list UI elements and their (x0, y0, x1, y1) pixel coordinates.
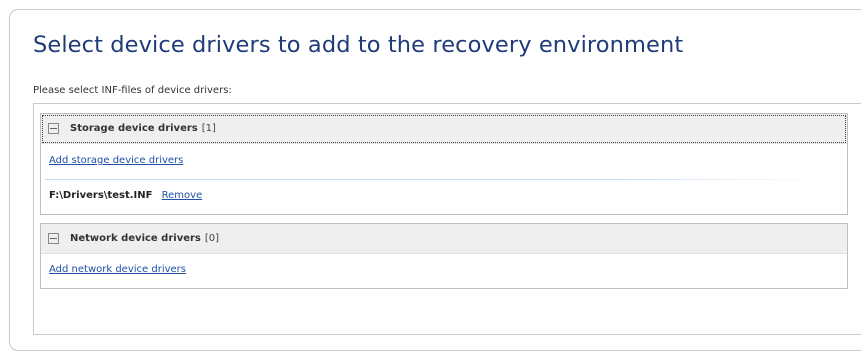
storage-group-header[interactable]: Storage device drivers [1] (41, 114, 847, 144)
driver-path: F:\Drivers\test.INF (49, 190, 153, 201)
network-group-header[interactable]: Network device drivers [0] (41, 224, 847, 254)
add-network-drivers-link[interactable]: Add network device drivers (49, 264, 186, 275)
instruction-label: Please select INF-files of device driver… (33, 85, 232, 96)
storage-group-title: Storage device drivers (70, 123, 198, 134)
remove-driver-link[interactable]: Remove (162, 190, 203, 201)
page-title: Select device drivers to add to the reco… (33, 32, 684, 58)
driver-item: F:\Drivers\test.INF Remove (49, 190, 202, 201)
network-group-count: [0] (204, 233, 220, 244)
divider (45, 179, 825, 180)
network-group-title: Network device drivers (70, 233, 201, 244)
network-drivers-group: Network device drivers [0] Add network d… (40, 223, 848, 289)
add-storage-drivers-link[interactable]: Add storage device drivers (49, 155, 183, 166)
storage-drivers-group: Storage device drivers [1] Add storage d… (40, 113, 848, 215)
collapse-icon[interactable] (48, 123, 59, 134)
storage-group-count: [1] (201, 123, 216, 134)
collapse-icon[interactable] (48, 233, 59, 244)
